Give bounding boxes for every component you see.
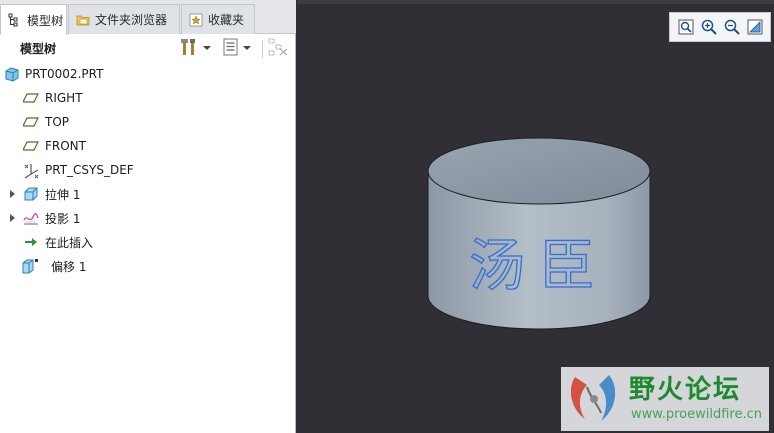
folder-browser-icon	[76, 13, 90, 27]
tree-item-part[interactable]: PRT0002.PRT	[0, 62, 296, 86]
datum-plane-icon	[22, 114, 39, 130]
model-tree-panel: 模型树 文件夹浏览器 收藏夹 模型树 PRT0002.PRT RIGHT TOP…	[0, 0, 296, 433]
insert-here-arrow-icon	[23, 234, 39, 250]
toolbar-divider	[262, 40, 263, 58]
extrude-icon	[23, 186, 39, 202]
part-icon	[4, 66, 20, 82]
tree-item-label: 拉伸 1	[45, 187, 81, 202]
tree-item-label: 偏移 1	[51, 259, 87, 274]
tree-item-label: 在此插入	[45, 235, 94, 250]
chevron-down-icon	[243, 46, 251, 50]
favorites-icon	[189, 13, 203, 27]
tree-item-csys[interactable]: PRT_CSYS_DEF	[0, 158, 296, 182]
tab-folder-browser-label: 文件夹浏览器	[95, 13, 168, 27]
tree-item-label: FRONT	[45, 139, 86, 153]
tree-item-right[interactable]: RIGHT	[0, 86, 296, 110]
tree-columns-button[interactable]	[267, 38, 289, 58]
tab-favorites-label: 收藏夹	[208, 13, 245, 27]
tree-item-label: RIGHT	[45, 91, 83, 105]
expand-arrow-icon[interactable]	[10, 190, 15, 198]
tab-favorites[interactable]: 收藏夹	[181, 4, 255, 34]
model-tree-icon	[8, 13, 22, 27]
expand-arrow-icon[interactable]	[10, 214, 15, 222]
datum-plane-icon	[22, 90, 39, 106]
tree-columns-icon	[267, 37, 289, 60]
datum-plane-icon	[22, 138, 39, 154]
tree-item-extrude[interactable]: 拉伸 1	[0, 182, 296, 206]
graphics-viewport[interactable]: 汤臣 野火论坛 www.proewildfire.cn	[297, 0, 774, 433]
coordinate-system-icon	[23, 162, 39, 179]
wildfire-logo-icon	[565, 369, 623, 429]
chevron-down-icon	[203, 46, 211, 50]
engraved-text: 汤臣	[469, 234, 609, 299]
tree-item-label: PRT_CSYS_DEF	[45, 163, 134, 177]
tab-folder-browser[interactable]: 文件夹浏览器	[68, 4, 180, 34]
projection-icon	[23, 210, 39, 226]
tree-item-insert-here[interactable]: 在此插入	[0, 230, 296, 254]
tree-item-projection[interactable]: 投影 1	[0, 206, 296, 230]
watermark-title: 野火论坛	[629, 375, 742, 405]
tree-item-label: 投影 1	[45, 211, 81, 226]
tree-item-label: TOP	[45, 115, 70, 129]
offset-icon	[22, 258, 38, 274]
model-tree-toolbar: 模型树	[0, 34, 296, 62]
tab-model-tree-label: 模型树	[27, 13, 64, 28]
tree-item-top[interactable]: TOP	[0, 110, 296, 134]
forum-watermark: 野火论坛 www.proewildfire.cn	[561, 367, 769, 431]
watermark-url: www.proewildfire.cn	[631, 407, 762, 422]
show-filter-button[interactable]	[222, 38, 251, 58]
tab-model-tree[interactable]: 模型树	[0, 4, 67, 35]
tree-item-label: PRT0002.PRT	[25, 67, 104, 81]
tree-item-offset[interactable]: 偏移 1	[0, 254, 296, 278]
navigator-tab-bar: 模型树 文件夹浏览器 收藏夹	[0, 0, 296, 35]
tools-icon	[180, 38, 200, 59]
settings-tools-button[interactable]	[180, 38, 211, 58]
list-filter-icon	[222, 38, 240, 59]
toolbar-title: 模型树	[20, 42, 57, 56]
tree-item-front[interactable]: FRONT	[0, 134, 296, 158]
